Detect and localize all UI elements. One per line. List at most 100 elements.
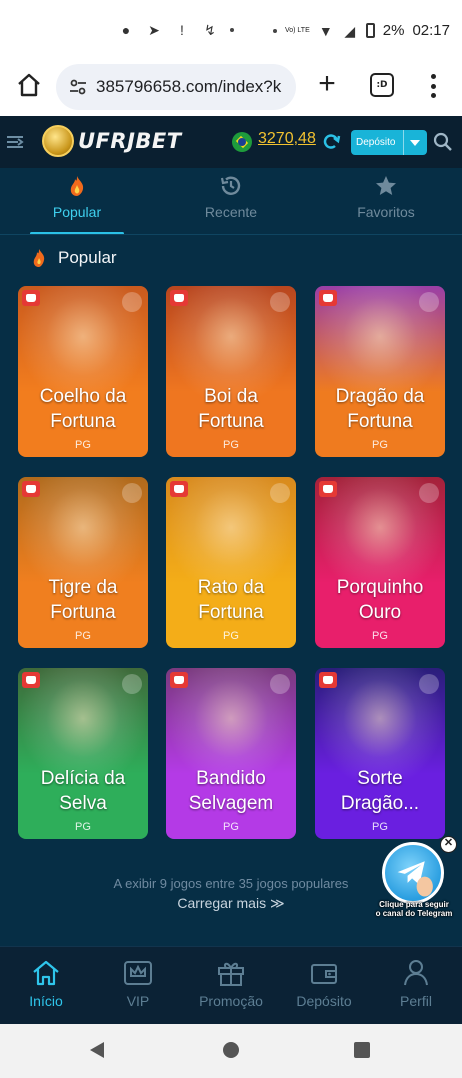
thumbs-up-icon — [22, 290, 40, 306]
expand-menu-icon[interactable] — [6, 134, 24, 150]
game-title: Porquinho Ouro — [315, 575, 445, 625]
favorite-star-icon[interactable] — [122, 483, 142, 503]
favorite-star-icon[interactable] — [419, 292, 439, 312]
game-card[interactable]: Coelho da Fortuna PG — [18, 286, 148, 457]
nav-home-label: Início — [29, 993, 63, 1009]
game-title-line1: Dragão da — [335, 386, 425, 407]
game-title-line1: Bandido — [196, 768, 266, 789]
favorite-star-icon[interactable] — [122, 674, 142, 694]
game-card[interactable]: Boi da Fortuna PG — [166, 286, 296, 457]
game-card[interactable]: Rato da Fortuna PG — [166, 477, 296, 648]
system-home-icon[interactable] — [223, 1042, 239, 1058]
game-provider: PG — [75, 439, 91, 451]
browser-home-icon[interactable] — [14, 70, 44, 100]
chat-bubble-icon: ● — [121, 22, 131, 38]
home-icon — [33, 960, 59, 986]
chevron-down-icon — [403, 130, 425, 155]
game-title-line2: Fortuna — [198, 411, 264, 432]
back-icon[interactable] — [90, 1042, 104, 1058]
tab-recent[interactable]: Recente — [171, 174, 291, 234]
missed-call-icon: ↯ — [204, 22, 216, 38]
nav-profile[interactable]: Perfil — [370, 957, 462, 1009]
telegram-icon — [382, 842, 444, 904]
tab-switcher-icon[interactable]: :D — [370, 73, 394, 97]
thumbs-up-icon — [170, 481, 188, 497]
fire-icon — [70, 176, 84, 196]
signal-icon: ◢ — [344, 22, 356, 39]
telegram-floating-button[interactable]: ✕ Clique para seguir o canal do Telegram — [368, 836, 462, 936]
nav-promotion-label: Promoção — [199, 993, 263, 1009]
logo-text: UFRJBET — [78, 129, 182, 153]
recent-apps-icon[interactable] — [354, 1042, 370, 1058]
tab-popular[interactable]: Popular — [17, 174, 137, 234]
thumbs-up-icon — [22, 672, 40, 688]
site-settings-icon[interactable] — [68, 77, 88, 97]
game-title-line1: Rato da — [197, 577, 265, 598]
section-header: Popular — [30, 248, 117, 268]
star-icon — [376, 176, 396, 195]
system-icons: Vo) LTE ▼ ◢ 2% 02:17 — [272, 22, 450, 39]
thumbs-up-icon — [319, 672, 337, 688]
favorite-star-icon[interactable] — [270, 292, 290, 312]
search-icon[interactable] — [433, 132, 453, 152]
balance-amount[interactable]: 3270,48 — [258, 130, 316, 148]
favorite-star-icon[interactable] — [122, 292, 142, 312]
tab-favorites[interactable]: Favoritos — [326, 174, 446, 234]
game-card[interactable]: Delícia da Selva PG — [18, 668, 148, 839]
thumbs-up-icon — [319, 481, 337, 497]
telegram-notification-icon: ➤ — [148, 22, 160, 38]
favorite-star-icon[interactable] — [419, 674, 439, 694]
nav-promotion[interactable]: Promoção — [185, 957, 277, 1009]
wallet-icon — [311, 964, 337, 984]
game-title-line1: Porquinho — [336, 577, 424, 598]
battery-icon — [365, 23, 375, 38]
game-card[interactable]: Sorte Dragão... PG — [315, 668, 445, 839]
brazil-flag-icon — [232, 132, 252, 152]
bottom-navigation: Início VIP Promoção Depósito Perfil — [0, 946, 462, 1024]
tabs-divider — [0, 234, 462, 235]
telegram-caption-line2: o canal do Telegram — [375, 909, 453, 918]
game-card[interactable]: Bandido Selvagem PG — [166, 668, 296, 839]
favorite-star-icon[interactable] — [270, 674, 290, 694]
game-provider: PG — [372, 439, 388, 451]
nav-deposit[interactable]: Depósito — [278, 957, 370, 1009]
browser-menu-icon[interactable] — [425, 71, 441, 101]
game-provider: PG — [372, 630, 388, 642]
game-title-line1: Boi da — [204, 386, 258, 407]
history-icon — [220, 176, 241, 195]
thumbs-up-icon — [319, 290, 337, 306]
site-logo[interactable]: UFRJBET — [42, 125, 182, 157]
address-bar[interactable]: 385796658.com/index?k — [56, 64, 296, 110]
telegram-caption: Clique para seguir o canal do Telegram — [368, 900, 460, 918]
profile-icon — [404, 960, 428, 986]
refresh-balance-icon[interactable] — [321, 132, 341, 152]
game-title: Boi da Fortuna — [166, 384, 296, 434]
browser-toolbar: 385796658.com/index?k + :D — [0, 58, 462, 116]
favorite-star-icon[interactable] — [270, 483, 290, 503]
game-title: Tigre da Fortuna — [18, 575, 148, 625]
nav-home[interactable]: Início — [0, 957, 92, 1009]
alert-icon: ! — [180, 22, 184, 38]
game-title-line1: Coelho da — [39, 386, 127, 407]
load-more-label: Carregar mais — [177, 895, 267, 911]
game-card[interactable]: Tigre da Fortuna PG — [18, 477, 148, 648]
clock: 02:17 — [412, 22, 450, 39]
gift-icon — [218, 962, 244, 986]
close-icon[interactable]: ✕ — [440, 836, 457, 853]
category-tabs: Popular Recente Favoritos — [0, 168, 462, 235]
game-title: Dragão da Fortuna — [315, 384, 445, 434]
favorite-star-icon[interactable] — [419, 483, 439, 503]
deposit-dropdown-button[interactable]: Depósito — [351, 130, 427, 155]
game-title: Delícia da Selva — [18, 766, 148, 816]
game-title: Sorte Dragão... — [315, 766, 445, 816]
status-dot — [272, 28, 277, 33]
new-tab-icon[interactable]: + — [312, 69, 342, 100]
volte-icon: Vo) LTE — [284, 27, 310, 34]
game-title-line2: Fortuna — [50, 411, 116, 432]
wifi-icon: ▼ — [318, 22, 333, 39]
game-card[interactable]: Porquinho Ouro PG — [315, 477, 445, 648]
game-card[interactable]: Dragão da Fortuna PG — [315, 286, 445, 457]
nav-vip[interactable]: VIP — [92, 957, 184, 1009]
section-title: Popular — [58, 248, 117, 267]
game-title-line2: Selvagem — [188, 793, 274, 814]
